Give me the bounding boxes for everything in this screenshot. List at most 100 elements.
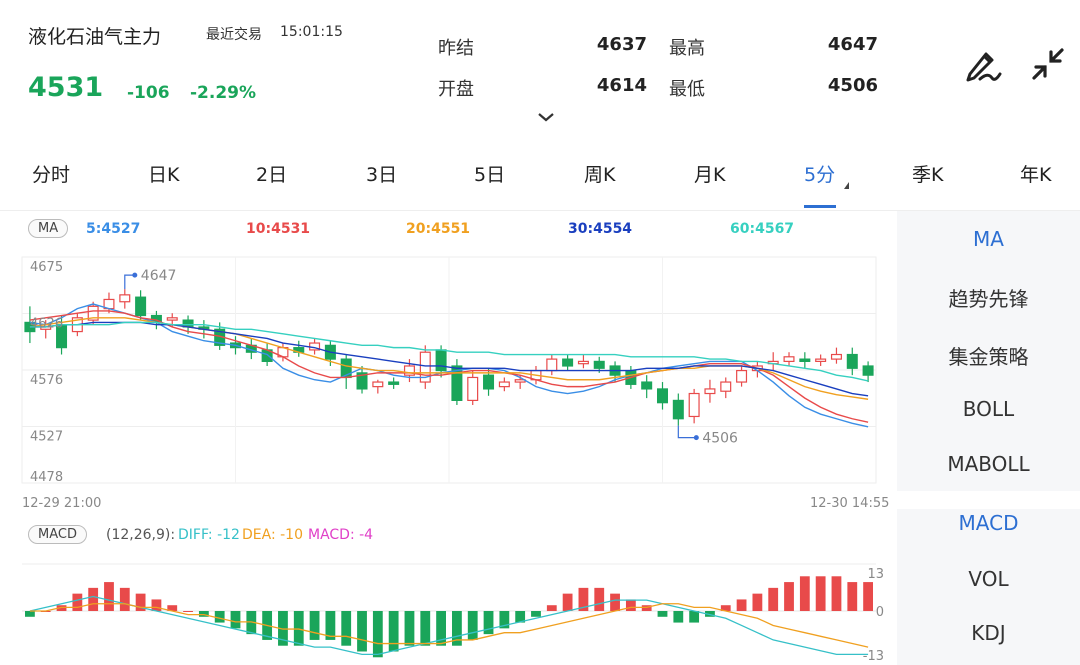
x-axis-start-label: 12-29 21:00 xyxy=(22,496,102,511)
candle-up xyxy=(688,392,700,418)
macd-bar-negative xyxy=(531,611,541,617)
macd-bar-negative xyxy=(483,611,494,635)
candle-down xyxy=(672,399,684,420)
macd-y-tick-label: -13 xyxy=(863,649,884,664)
macd-bar-negative xyxy=(673,611,684,623)
candle-down xyxy=(656,388,669,404)
prev-settle-value: 4637 xyxy=(596,34,647,55)
candle-down xyxy=(799,358,811,362)
tab-5min[interactable]: 5分 xyxy=(804,160,835,187)
indicator-kdj[interactable]: KDJ xyxy=(897,621,1080,645)
indicator-gold-strategy[interactable]: 集金策略 xyxy=(897,341,1080,370)
tab-weekly-k[interactable]: 周K xyxy=(584,160,615,187)
candle-up xyxy=(815,358,827,362)
macd-bar-negative xyxy=(341,611,352,646)
candle-up xyxy=(498,381,510,388)
last-price: 4531 xyxy=(28,72,104,103)
macd-value-legend: MACD: -4 xyxy=(308,527,374,543)
indicator-vol[interactable]: VOL xyxy=(897,567,1080,591)
tab-yearly-k[interactable]: 年K xyxy=(1020,160,1051,187)
price-change-pct: -2.29% xyxy=(190,83,257,103)
macd-bar-positive xyxy=(752,593,763,611)
tab-5day[interactable]: 5日 xyxy=(474,160,505,187)
macd-bar-negative xyxy=(372,611,383,658)
macd-bar-positive xyxy=(72,593,83,611)
candle-down xyxy=(483,374,495,390)
tab-monthly-k[interactable]: 月K xyxy=(694,160,725,187)
macd-bar-negative xyxy=(230,611,241,629)
candle-up xyxy=(166,317,178,321)
indicator-panel-separator xyxy=(897,491,1080,509)
open-value: 4614 xyxy=(596,75,647,96)
macd-bar-negative xyxy=(25,611,35,617)
low-label: 最低 xyxy=(669,79,705,100)
candle-up xyxy=(720,381,732,392)
candle-down xyxy=(562,358,574,367)
tab-quarterly-k[interactable]: 季K xyxy=(912,160,943,187)
tab-daily-k[interactable]: 日K xyxy=(148,160,179,187)
ma60-legend: 60:4567 xyxy=(730,221,795,237)
candlestick-chart[interactable]: 4675 4626 4576 4527 4478 4647 4506 xyxy=(0,245,897,495)
candle-up xyxy=(546,358,558,372)
low-marker-label: 4506 xyxy=(702,431,738,447)
macd-badge[interactable]: MACD xyxy=(28,525,87,544)
macd-bar-positive xyxy=(88,587,99,611)
candle-up xyxy=(577,360,589,365)
candle-up xyxy=(704,388,716,395)
macd-bar-negative xyxy=(467,611,478,640)
macd-bar-positive xyxy=(119,587,130,611)
macd-bar-positive xyxy=(594,587,605,611)
contract-title: 液化石油气主力 xyxy=(28,26,162,48)
y-tick-label: 4626 xyxy=(30,317,63,332)
collapse-arrows-icon[interactable] xyxy=(1028,44,1068,84)
ma-badge[interactable]: MA xyxy=(28,219,69,238)
candle-down xyxy=(435,349,447,372)
macd-bar-negative xyxy=(309,611,320,640)
ma5-legend: 5:4527 xyxy=(86,221,141,237)
macd-bar-positive xyxy=(831,576,842,611)
ma20-legend: 20:4551 xyxy=(406,221,471,237)
candle-down xyxy=(862,365,874,376)
macd-bar-positive xyxy=(815,576,826,611)
indicator-ma[interactable]: MA xyxy=(897,227,1080,251)
macd-bar-negative xyxy=(388,611,399,652)
indicator-boll[interactable]: BOLL xyxy=(897,397,1080,421)
candle-up xyxy=(830,353,842,360)
macd-params: (12,26,9): xyxy=(106,527,176,543)
indicator-trend-pioneer[interactable]: 趋势先锋 xyxy=(897,283,1080,312)
macd-chart[interactable]: 13 0 -13 xyxy=(0,558,897,665)
candle-down xyxy=(641,381,653,390)
expand-chevron-icon[interactable] xyxy=(538,112,554,122)
macd-bar-positive xyxy=(736,599,747,611)
y-tick-label: 4675 xyxy=(30,260,63,275)
macd-bar-positive xyxy=(546,605,557,611)
quote-header: 液化石油气主力 最近交易 15:01:15 4531 -106 -2.29% 昨… xyxy=(0,0,1080,140)
high-label: 最高 xyxy=(669,38,705,59)
macd-bar-positive xyxy=(863,582,873,611)
macd-bar-positive xyxy=(562,593,573,611)
macd-bar-negative xyxy=(657,611,668,617)
high-marker-label: 4647 xyxy=(141,268,177,284)
indicator-macd[interactable]: MACD xyxy=(897,511,1080,535)
tab-2day[interactable]: 2日 xyxy=(256,160,287,187)
macd-bar-negative xyxy=(420,611,431,646)
macd-bar-positive xyxy=(847,582,858,611)
draw-pen-icon[interactable] xyxy=(962,44,1002,84)
macd-bar-negative xyxy=(293,611,304,646)
candle-up xyxy=(119,294,131,303)
high-marker-dot xyxy=(132,272,138,278)
candle-up xyxy=(736,369,748,383)
high-value: 4647 xyxy=(827,34,878,55)
low-value: 4506 xyxy=(827,75,878,96)
candle-down xyxy=(388,381,400,385)
y-tick-label: 4576 xyxy=(30,373,63,388)
tab-intraday[interactable]: 分时 xyxy=(32,160,70,187)
candle-down xyxy=(135,296,147,317)
macd-bar-positive xyxy=(183,611,193,612)
indicator-maboll[interactable]: MABOLL xyxy=(897,452,1080,476)
tab-dropdown-triangle-icon[interactable] xyxy=(844,182,849,189)
macd-y-tick-label: 13 xyxy=(867,567,884,582)
macd-bar-positive xyxy=(151,599,162,611)
macd-bar-positive xyxy=(610,593,620,611)
tab-3day[interactable]: 3日 xyxy=(366,160,397,187)
